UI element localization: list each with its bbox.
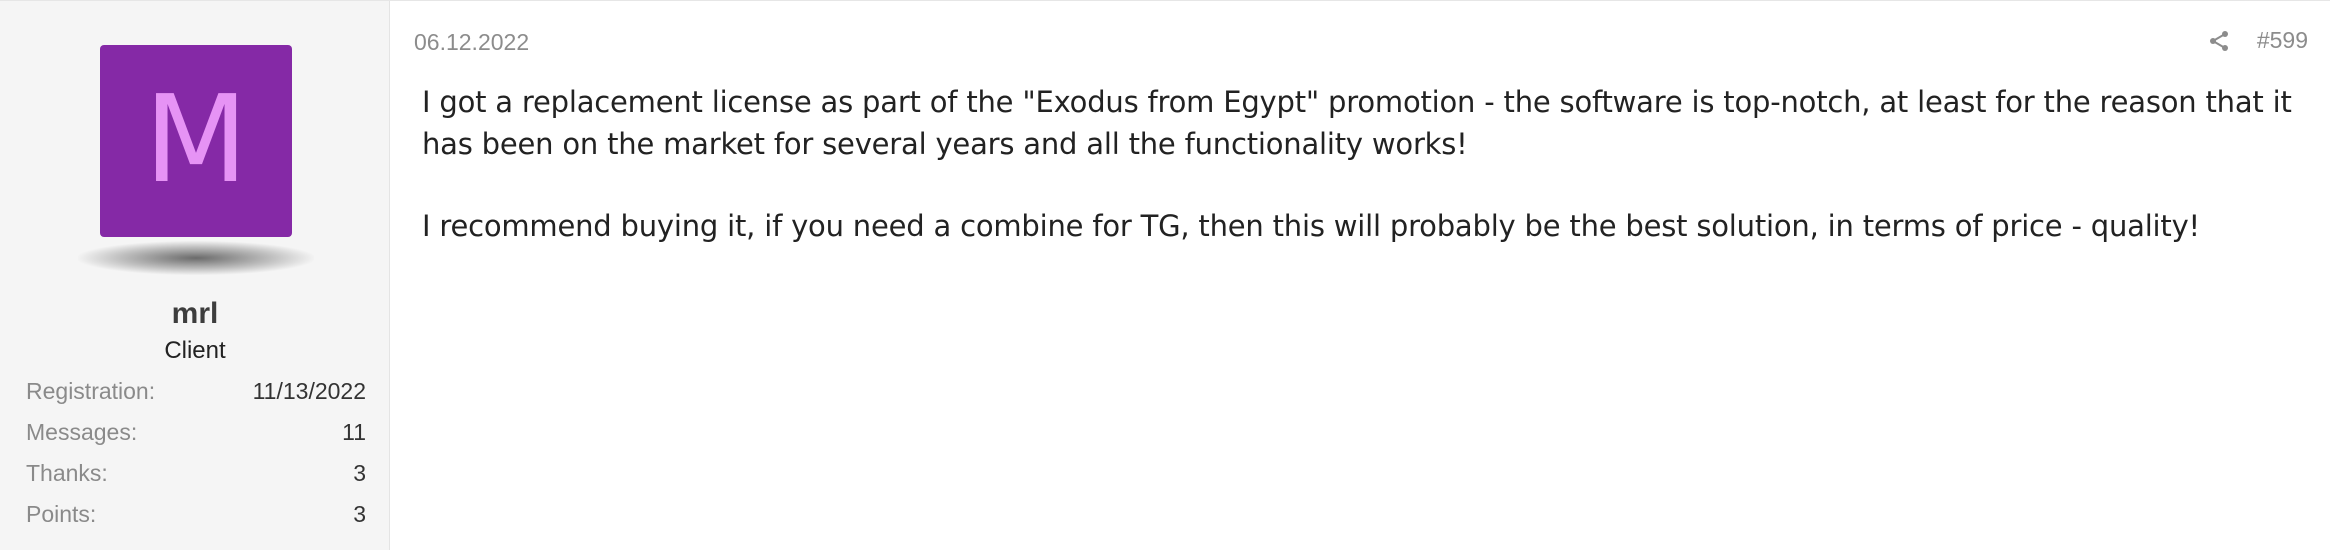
avatar[interactable]: M: [100, 45, 292, 237]
avatar-shadow: [78, 241, 314, 275]
post-body: I got a replacement license as part of t…: [422, 81, 2310, 287]
stat-label: Points:: [26, 501, 97, 527]
avatar-letter: M: [144, 71, 248, 210]
stat-value: 3: [353, 460, 366, 486]
post-paragraph: I got a replacement license as part of t…: [422, 85, 2292, 161]
user-role: Client: [164, 337, 226, 364]
username[interactable]: mrl: [0, 297, 390, 331]
post-actions: #599: [2207, 27, 2308, 54]
post-number-link[interactable]: #599: [2257, 27, 2308, 54]
stat-points: Points: 3: [26, 494, 366, 535]
post-date[interactable]: 06.12.2022: [414, 29, 529, 56]
user-stats: Registration: 11/13/2022 Messages: 11 Th…: [26, 371, 366, 535]
forum-post: M mrl Client Registration: 11/13/2022 Me…: [0, 0, 2330, 550]
share-icon[interactable]: [2207, 29, 2231, 53]
stat-value: 11: [342, 419, 366, 445]
user-panel: M mrl Client Registration: 11/13/2022 Me…: [0, 1, 390, 550]
stat-value: 11/13/2022: [252, 378, 366, 404]
stat-label: Registration:: [26, 378, 156, 404]
post-paragraph: I recommend buying it, if you need a com…: [422, 209, 2200, 243]
stat-thanks: Thanks: 3: [26, 453, 366, 494]
stat-label: Thanks:: [26, 460, 108, 486]
stat-value: 3: [353, 501, 366, 527]
post-main: 06.12.2022 #599 I got a replacement lice…: [390, 1, 2330, 550]
stat-registration: Registration: 11/13/2022: [26, 371, 366, 412]
stat-label: Messages:: [26, 419, 138, 445]
stat-messages: Messages: 11: [26, 412, 366, 453]
